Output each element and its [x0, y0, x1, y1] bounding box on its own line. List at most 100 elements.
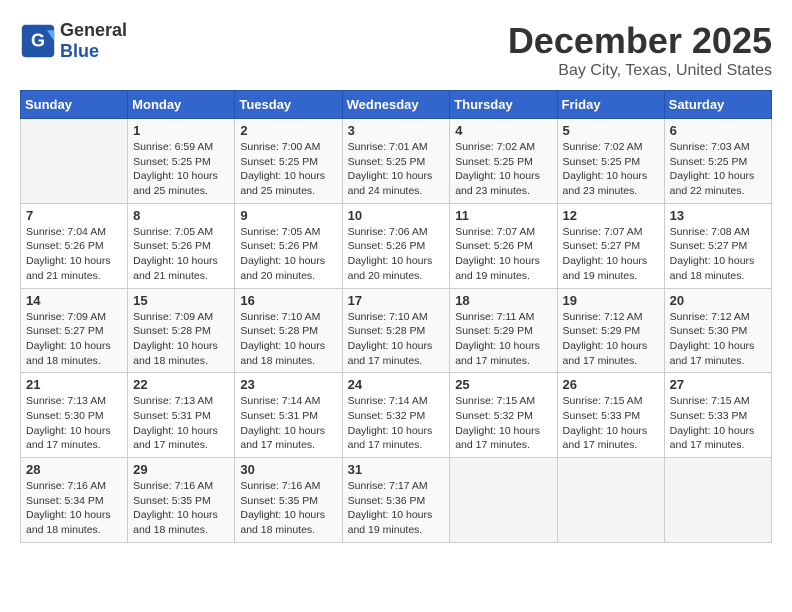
- column-header-thursday: Thursday: [450, 91, 557, 119]
- daylight-hours: Daylight: 10 hours and 18 minutes.: [240, 509, 325, 536]
- day-info: Sunrise: 7:09 AM Sunset: 5:28 PM Dayligh…: [133, 310, 229, 369]
- sunrise-time: Sunrise: 7:12 AM: [670, 311, 750, 323]
- calendar-cell: 19 Sunrise: 7:12 AM Sunset: 5:29 PM Dayl…: [557, 288, 664, 373]
- sunrise-time: Sunrise: 7:01 AM: [348, 141, 428, 153]
- day-info: Sunrise: 7:10 AM Sunset: 5:28 PM Dayligh…: [348, 310, 445, 369]
- daylight-hours: Daylight: 10 hours and 17 minutes.: [133, 425, 218, 452]
- sunrise-time: Sunrise: 7:04 AM: [26, 226, 106, 238]
- calendar-cell: 11 Sunrise: 7:07 AM Sunset: 5:26 PM Dayl…: [450, 203, 557, 288]
- day-info: Sunrise: 7:16 AM Sunset: 5:35 PM Dayligh…: [240, 479, 336, 538]
- sunrise-time: Sunrise: 7:06 AM: [348, 226, 428, 238]
- sunrise-time: Sunrise: 7:08 AM: [670, 226, 750, 238]
- daylight-hours: Daylight: 10 hours and 19 minutes.: [455, 255, 540, 282]
- day-info: Sunrise: 7:16 AM Sunset: 5:34 PM Dayligh…: [26, 479, 122, 538]
- daylight-hours: Daylight: 10 hours and 20 minutes.: [240, 255, 325, 282]
- logo-general-text: General: [60, 20, 127, 40]
- calendar-table: SundayMondayTuesdayWednesdayThursdayFrid…: [20, 90, 772, 543]
- daylight-hours: Daylight: 10 hours and 18 minutes.: [240, 340, 325, 367]
- day-number: 30: [240, 462, 336, 477]
- calendar-cell: 25 Sunrise: 7:15 AM Sunset: 5:32 PM Dayl…: [450, 373, 557, 458]
- day-number: 15: [133, 293, 229, 308]
- calendar-week-row: 28 Sunrise: 7:16 AM Sunset: 5:34 PM Dayl…: [21, 458, 772, 543]
- calendar-cell: 8 Sunrise: 7:05 AM Sunset: 5:26 PM Dayli…: [128, 203, 235, 288]
- day-number: 3: [348, 123, 445, 138]
- sunset-time: Sunset: 5:26 PM: [348, 240, 426, 252]
- day-info: Sunrise: 7:12 AM Sunset: 5:30 PM Dayligh…: [670, 310, 766, 369]
- day-number: 7: [26, 208, 122, 223]
- calendar-cell: 29 Sunrise: 7:16 AM Sunset: 5:35 PM Dayl…: [128, 458, 235, 543]
- day-number: 17: [348, 293, 445, 308]
- daylight-hours: Daylight: 10 hours and 17 minutes.: [348, 425, 433, 452]
- day-info: Sunrise: 7:02 AM Sunset: 5:25 PM Dayligh…: [563, 140, 659, 199]
- sunrise-time: Sunrise: 7:10 AM: [348, 311, 428, 323]
- day-number: 28: [26, 462, 122, 477]
- day-number: 10: [348, 208, 445, 223]
- calendar-cell: 1 Sunrise: 6:59 AM Sunset: 5:25 PM Dayli…: [128, 119, 235, 204]
- daylight-hours: Daylight: 10 hours and 18 minutes.: [26, 509, 111, 536]
- sunrise-time: Sunrise: 7:15 AM: [455, 395, 535, 407]
- calendar-cell: 9 Sunrise: 7:05 AM Sunset: 5:26 PM Dayli…: [235, 203, 342, 288]
- day-info: Sunrise: 6:59 AM Sunset: 5:25 PM Dayligh…: [133, 140, 229, 199]
- daylight-hours: Daylight: 10 hours and 21 minutes.: [133, 255, 218, 282]
- sunrise-time: Sunrise: 7:07 AM: [455, 226, 535, 238]
- daylight-hours: Daylight: 10 hours and 17 minutes.: [563, 340, 648, 367]
- calendar-cell: [664, 458, 771, 543]
- location: Bay City, Texas, United States: [508, 62, 772, 80]
- day-info: Sunrise: 7:07 AM Sunset: 5:26 PM Dayligh…: [455, 225, 551, 284]
- calendar-cell: 30 Sunrise: 7:16 AM Sunset: 5:35 PM Dayl…: [235, 458, 342, 543]
- sunset-time: Sunset: 5:26 PM: [240, 240, 318, 252]
- sunset-time: Sunset: 5:25 PM: [563, 156, 641, 168]
- sunset-time: Sunset: 5:32 PM: [348, 410, 426, 422]
- daylight-hours: Daylight: 10 hours and 18 minutes.: [133, 340, 218, 367]
- day-info: Sunrise: 7:13 AM Sunset: 5:30 PM Dayligh…: [26, 394, 122, 453]
- daylight-hours: Daylight: 10 hours and 18 minutes.: [133, 509, 218, 536]
- day-info: Sunrise: 7:10 AM Sunset: 5:28 PM Dayligh…: [240, 310, 336, 369]
- calendar-cell: 14 Sunrise: 7:09 AM Sunset: 5:27 PM Dayl…: [21, 288, 128, 373]
- day-number: 31: [348, 462, 445, 477]
- day-info: Sunrise: 7:14 AM Sunset: 5:31 PM Dayligh…: [240, 394, 336, 453]
- day-info: Sunrise: 7:07 AM Sunset: 5:27 PM Dayligh…: [563, 225, 659, 284]
- day-number: 11: [455, 208, 551, 223]
- sunset-time: Sunset: 5:27 PM: [670, 240, 748, 252]
- day-info: Sunrise: 7:14 AM Sunset: 5:32 PM Dayligh…: [348, 394, 445, 453]
- sunrise-time: Sunrise: 7:09 AM: [133, 311, 213, 323]
- column-header-wednesday: Wednesday: [342, 91, 450, 119]
- calendar-cell: 12 Sunrise: 7:07 AM Sunset: 5:27 PM Dayl…: [557, 203, 664, 288]
- calendar-cell: 5 Sunrise: 7:02 AM Sunset: 5:25 PM Dayli…: [557, 119, 664, 204]
- sunrise-time: Sunrise: 7:13 AM: [133, 395, 213, 407]
- daylight-hours: Daylight: 10 hours and 19 minutes.: [563, 255, 648, 282]
- calendar-cell: 22 Sunrise: 7:13 AM Sunset: 5:31 PM Dayl…: [128, 373, 235, 458]
- sunset-time: Sunset: 5:31 PM: [240, 410, 318, 422]
- day-number: 25: [455, 377, 551, 392]
- sunrise-time: Sunrise: 7:10 AM: [240, 311, 320, 323]
- day-number: 27: [670, 377, 766, 392]
- day-info: Sunrise: 7:17 AM Sunset: 5:36 PM Dayligh…: [348, 479, 445, 538]
- day-number: 16: [240, 293, 336, 308]
- calendar-week-row: 1 Sunrise: 6:59 AM Sunset: 5:25 PM Dayli…: [21, 119, 772, 204]
- column-header-sunday: Sunday: [21, 91, 128, 119]
- daylight-hours: Daylight: 10 hours and 19 minutes.: [348, 509, 433, 536]
- sunrise-time: Sunrise: 7:14 AM: [240, 395, 320, 407]
- sunrise-time: Sunrise: 7:16 AM: [133, 480, 213, 492]
- daylight-hours: Daylight: 10 hours and 17 minutes.: [455, 425, 540, 452]
- sunset-time: Sunset: 5:28 PM: [133, 325, 211, 337]
- day-info: Sunrise: 7:15 AM Sunset: 5:33 PM Dayligh…: [670, 394, 766, 453]
- day-number: 21: [26, 377, 122, 392]
- sunset-time: Sunset: 5:35 PM: [240, 495, 318, 507]
- daylight-hours: Daylight: 10 hours and 17 minutes.: [563, 425, 648, 452]
- column-header-monday: Monday: [128, 91, 235, 119]
- day-info: Sunrise: 7:08 AM Sunset: 5:27 PM Dayligh…: [670, 225, 766, 284]
- title-block: December 2025 Bay City, Texas, United St…: [508, 20, 772, 80]
- sunset-time: Sunset: 5:33 PM: [563, 410, 641, 422]
- day-number: 2: [240, 123, 336, 138]
- day-number: 22: [133, 377, 229, 392]
- day-info: Sunrise: 7:00 AM Sunset: 5:25 PM Dayligh…: [240, 140, 336, 199]
- day-info: Sunrise: 7:05 AM Sunset: 5:26 PM Dayligh…: [133, 225, 229, 284]
- logo-blue-text: Blue: [60, 41, 99, 61]
- daylight-hours: Daylight: 10 hours and 25 minutes.: [240, 170, 325, 197]
- sunset-time: Sunset: 5:30 PM: [670, 325, 748, 337]
- calendar-header-row: SundayMondayTuesdayWednesdayThursdayFrid…: [21, 91, 772, 119]
- day-number: 14: [26, 293, 122, 308]
- sunrise-time: Sunrise: 7:12 AM: [563, 311, 643, 323]
- day-number: 1: [133, 123, 229, 138]
